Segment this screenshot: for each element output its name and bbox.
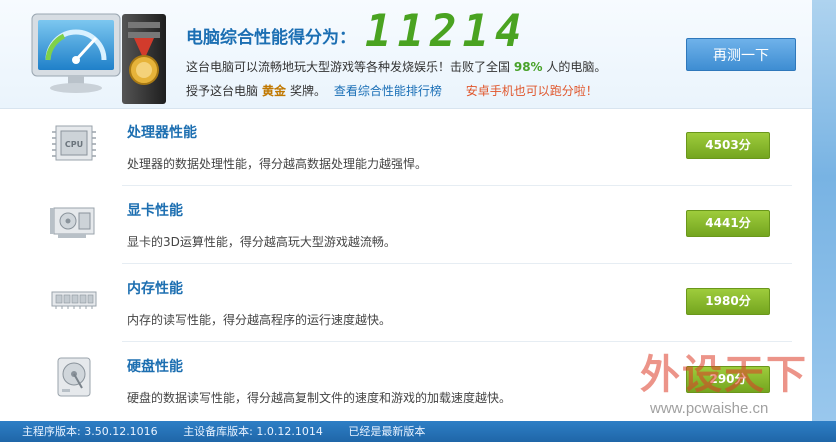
- cpu-score-badge[interactable]: 4503分: [686, 132, 770, 159]
- android-benchmark-link[interactable]: 安卓手机也可以跑分啦！: [466, 84, 598, 98]
- main-program-version: 主程序版本: 3.50.12.1016: [22, 425, 158, 438]
- computer-speedometer-icon: [31, 13, 166, 104]
- ranking-link[interactable]: 查看综合性能排行榜: [334, 84, 442, 98]
- cpu-title: 处理器性能: [127, 125, 197, 141]
- award-suffix: 奖牌。: [290, 84, 327, 98]
- summary-suffix: 人的电脑。: [546, 60, 607, 74]
- gpu-title: 显卡性能: [127, 203, 183, 219]
- memory-description: 内存的读写性能，得分越高程序的运行速度越快。: [127, 313, 392, 327]
- memory-icon: [51, 291, 97, 309]
- gpu-score-badge[interactable]: 4441分: [686, 210, 770, 237]
- beat-percentage: 98%: [513, 60, 543, 74]
- retest-button[interactable]: 再测一下: [686, 38, 796, 71]
- gpu-row: 显卡性能 显卡的3D运算性能，得分越高玩大型游戏越流畅。 4441分: [0, 186, 812, 264]
- cpu-icon: CPU: [52, 125, 96, 161]
- memory-title: 内存性能: [127, 281, 183, 297]
- update-status: 已经是最新版本: [348, 425, 426, 438]
- device-db-version: 主设备库版本: 1.0.12.1014: [183, 425, 323, 438]
- cpu-description: 处理器的数据处理性能，得分越高数据处理能力越强悍。: [127, 157, 428, 171]
- window-edge-strip: [810, 0, 836, 442]
- score-label: 电脑综合性能得分为：: [186, 28, 356, 48]
- award-prefix: 授予这台电脑: [186, 84, 259, 98]
- benchmark-panel: 电脑综合性能得分为： 11214 这台电脑可以流畅地玩大型游戏等各种发烧娱乐！击…: [0, 0, 812, 421]
- status-bar: 主程序版本: 3.50.12.1016 主设备库版本: 1.0.12.1014 …: [0, 421, 836, 442]
- gpu-description: 显卡的3D运算性能，得分越高玩大型游戏越流畅。: [127, 235, 396, 249]
- graphics-card-icon: [50, 207, 95, 238]
- svg-text:CPU: CPU: [65, 140, 83, 149]
- medal-level: 黄金: [262, 84, 287, 98]
- disk-score-badge[interactable]: 290分: [686, 366, 770, 393]
- memory-row: 内存性能 内存的读写性能，得分越高程序的运行速度越快。 1980分: [0, 264, 812, 342]
- disk-row: 硬盘性能 硬盘的数据读写性能，得分越高复制文件的速度和游戏的加载速度越快。 29…: [0, 342, 812, 420]
- score-summary: 这台电脑可以流畅地玩大型游戏等各种发烧娱乐！击败了全国 98% 人的电脑。: [186, 58, 606, 75]
- disk-description: 硬盘的数据读写性能，得分越高复制文件的速度和游戏的加载速度越快。: [127, 391, 512, 405]
- memory-score-badge[interactable]: 1980分: [686, 288, 770, 315]
- total-score: 11214: [365, 6, 528, 57]
- award-line: 授予这台电脑 黄金 奖牌。 查看综合性能排行榜 安卓手机也可以跑分啦！: [186, 82, 598, 99]
- disk-title: 硬盘性能: [127, 359, 183, 375]
- score-header: 电脑综合性能得分为： 11214 这台电脑可以流畅地玩大型游戏等各种发烧娱乐！击…: [0, 0, 812, 109]
- summary-prefix: 这台电脑可以流畅地玩大型游戏等各种发烧娱乐！击败了全国: [186, 60, 511, 74]
- cpu-row: CPU 处理器性能 处理器的数据处理性能，得分越高数据处理能力越强悍。 4503…: [0, 108, 812, 186]
- hard-disk-icon: [57, 357, 91, 397]
